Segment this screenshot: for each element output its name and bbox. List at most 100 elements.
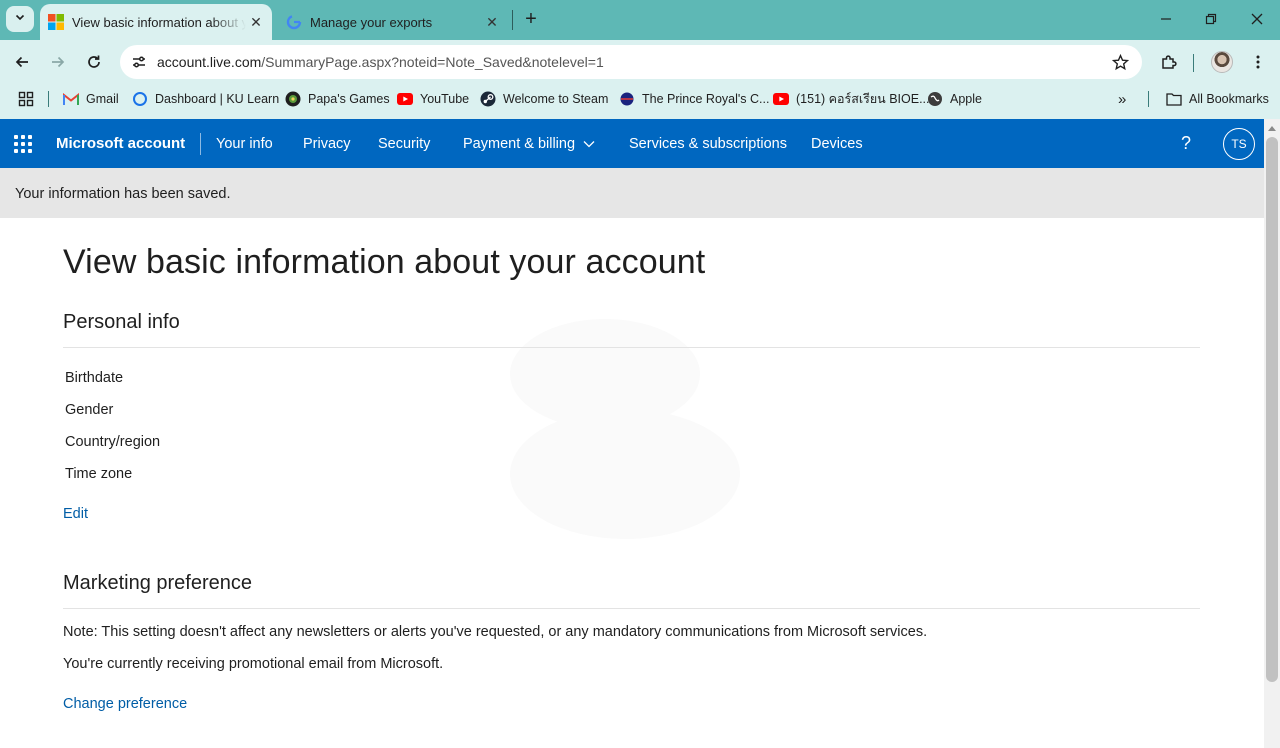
- extensions-button[interactable]: [1155, 48, 1183, 76]
- field-time-zone: Time zone: [65, 466, 133, 482]
- bookmark-bioe-course[interactable]: (151) คอร์สเรียน BIOE...: [773, 90, 929, 108]
- restore-button[interactable]: [1197, 6, 1225, 32]
- tab-search-button[interactable]: [6, 6, 34, 32]
- folder-icon: [1166, 91, 1182, 107]
- nav-payment-billing[interactable]: Payment & billing: [463, 136, 595, 152]
- close-icon[interactable]: ✕: [482, 12, 502, 32]
- nav-privacy[interactable]: Privacy: [303, 136, 351, 152]
- site-info-button[interactable]: [126, 49, 152, 75]
- scroll-up-button[interactable]: [1264, 121, 1280, 135]
- bookmark-label: Apple: [950, 92, 982, 106]
- arrow-right-icon: [52, 56, 65, 68]
- all-bookmarks-button[interactable]: All Bookmarks: [1166, 90, 1269, 108]
- minimize-button[interactable]: [1152, 6, 1180, 32]
- change-preference-link[interactable]: Change preference: [63, 696, 187, 712]
- profile-avatar[interactable]: [1211, 51, 1233, 73]
- nav-your-info[interactable]: Your info: [216, 136, 273, 152]
- tab-manage-exports[interactable]: Manage your exports ✕: [278, 4, 508, 40]
- close-icon[interactable]: ✕: [246, 12, 266, 32]
- marketing-preference-heading: Marketing preference: [63, 572, 252, 594]
- new-tab-button[interactable]: +: [518, 6, 544, 32]
- page-scrollbar[interactable]: [1264, 119, 1280, 748]
- google-logo-icon: [286, 14, 302, 30]
- nav-services-subscriptions[interactable]: Services & subscriptions: [629, 136, 787, 152]
- field-country-region: Country/region: [65, 434, 161, 450]
- bookmark-label: Papa's Games: [308, 92, 390, 106]
- bookmark-label: (151) คอร์สเรียน BIOE...: [796, 92, 930, 106]
- bookmark-label: Gmail: [86, 92, 119, 106]
- page-title: View basic information about your accoun…: [63, 243, 706, 281]
- restore-icon: [1205, 13, 1217, 25]
- forward-button[interactable]: [44, 48, 72, 76]
- menu-button[interactable]: [1244, 48, 1272, 76]
- personal-info-heading: Personal info: [63, 311, 180, 333]
- tab-title: Manage your exports: [310, 14, 433, 30]
- address-bar[interactable]: account.live.com/SummaryPage.aspx?noteid…: [120, 45, 1142, 79]
- app-launcher-icon[interactable]: [14, 135, 32, 153]
- section-divider: [63, 608, 1200, 609]
- tab-strip: View basic information about your accoun…: [0, 0, 1280, 40]
- edit-personal-info-link[interactable]: Edit: [63, 506, 88, 522]
- reload-button[interactable]: [80, 48, 108, 76]
- field-birthdate: Birthdate: [65, 370, 124, 386]
- bookmark-label: Welcome to Steam: [503, 92, 609, 106]
- apps-button[interactable]: [18, 90, 41, 108]
- account-avatar[interactable]: TS: [1223, 128, 1255, 160]
- microsoft-logo-icon: [48, 14, 64, 30]
- star-icon: [1111, 53, 1129, 70]
- tab-title: View basic information about your accoun…: [72, 14, 246, 30]
- prince-royal-icon: [619, 91, 635, 107]
- double-chevron-right-icon: »: [1118, 90, 1127, 108]
- nav-security[interactable]: Security: [378, 136, 430, 152]
- bookmarks-divider: [1148, 91, 1149, 107]
- bookmark-star-button[interactable]: [1108, 50, 1132, 74]
- tab-account-info[interactable]: View basic information about your accoun…: [40, 4, 272, 40]
- help-icon[interactable]: ?: [1181, 133, 1191, 154]
- url-text[interactable]: account.live.com/SummaryPage.aspx?noteid…: [157, 54, 604, 70]
- bookmarks-divider: [48, 91, 49, 107]
- brand-link[interactable]: Microsoft account: [56, 135, 185, 152]
- bookmark-ku-learn[interactable]: Dashboard | KU Learn: [132, 90, 279, 108]
- close-icon: [1251, 13, 1263, 25]
- browser-toolbar: account.live.com/SummaryPage.aspx?noteid…: [0, 40, 1280, 84]
- ku-learn-icon: [132, 91, 148, 107]
- window-close-button[interactable]: [1243, 6, 1271, 32]
- minimize-icon: [1161, 18, 1171, 20]
- apps-grid-icon: [18, 91, 34, 107]
- triangle-up-icon: [1268, 126, 1276, 131]
- bookmark-label: The Prince Royal's C...: [642, 92, 770, 106]
- field-gender: Gender: [65, 402, 114, 418]
- youtube-icon: [397, 91, 413, 107]
- bookmark-prince-royal[interactable]: The Prince Royal's C...: [619, 90, 769, 108]
- arrow-left-icon: [15, 56, 28, 68]
- marketing-note: Note: This setting doesn't affect any ne…: [63, 624, 928, 640]
- all-bookmarks-label: All Bookmarks: [1189, 92, 1269, 106]
- tune-icon: [133, 56, 145, 68]
- bookmark-label: Dashboard | KU Learn: [155, 92, 280, 106]
- nav-devices[interactable]: Devices: [811, 136, 863, 152]
- puzzle-icon: [1162, 55, 1177, 69]
- toolbar-divider: [1193, 54, 1194, 72]
- saved-notice: Your information has been saved.: [0, 168, 1264, 218]
- bookmark-papas-games[interactable]: Papa's Games: [285, 90, 390, 108]
- ms-account-header: Microsoft account Your info Privacy Secu…: [0, 119, 1264, 168]
- bookmark-steam[interactable]: Welcome to Steam: [480, 90, 608, 108]
- background-decoration: [510, 409, 740, 539]
- page-viewport: Microsoft account Your info Privacy Secu…: [0, 119, 1264, 748]
- bookmark-youtube[interactable]: YouTube: [397, 90, 469, 108]
- chevron-down-icon: [583, 140, 595, 148]
- back-button[interactable]: [8, 48, 36, 76]
- bookmark-apple[interactable]: Apple: [927, 90, 982, 108]
- url-path: /SummaryPage.aspx?noteid=Note_Saved&note…: [261, 54, 604, 70]
- reload-icon: [88, 55, 100, 68]
- marketing-status: You're currently receiving promotional e…: [63, 656, 444, 672]
- scrollbar-thumb[interactable]: [1266, 137, 1278, 682]
- chevron-down-icon: [14, 10, 26, 28]
- section-divider: [63, 347, 1200, 348]
- bookmark-gmail[interactable]: Gmail: [63, 90, 119, 108]
- gmail-icon: [63, 91, 79, 107]
- papas-games-icon: [285, 91, 301, 107]
- plus-icon: +: [525, 7, 537, 30]
- youtube-icon: [773, 91, 789, 107]
- more-bookmarks-button[interactable]: »: [1118, 90, 1126, 108]
